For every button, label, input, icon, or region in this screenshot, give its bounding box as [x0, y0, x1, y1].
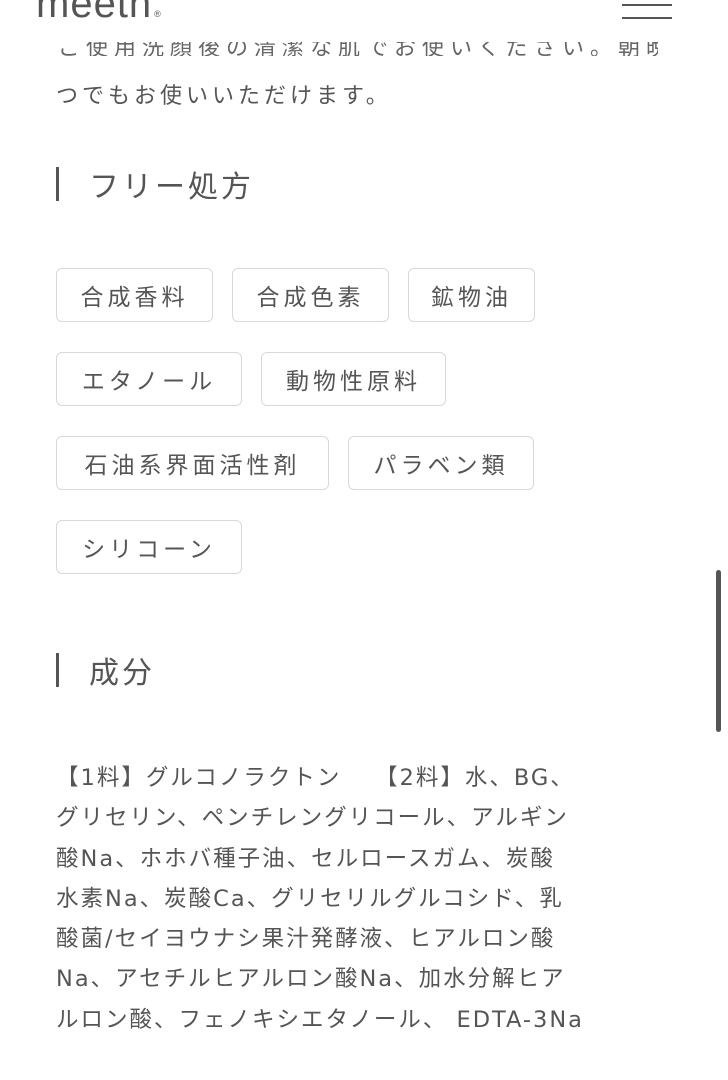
free-tag: パラベン類 [348, 436, 534, 490]
brand-logo[interactable]: meeth ® [36, 0, 162, 36]
menu-button[interactable] [618, 0, 674, 30]
menu-bar-top [622, 4, 672, 6]
registered-mark: ® [154, 9, 162, 19]
ingredients-line: 水素Na、炭酸Ca、グリセリルグルコシド、乳 [56, 885, 564, 912]
free-tag: エタノール [56, 352, 242, 406]
ingredients-heading-text: 成分 [89, 656, 155, 691]
ingredients-line: 酸Na、ホホバ種子油、セルロースガム、炭酸 [56, 845, 555, 872]
free-formula-heading: フリー処方 [56, 166, 254, 205]
ingredients-line: 【1料】グルコノラクトン 【2料】水、BG、 [56, 765, 575, 791]
free-tag: 合成香料 [56, 268, 213, 322]
intro-cut-text: ご使用洗顔後の清潔な肌でお使いください。朝晩問わずい [58, 42, 658, 56]
ingredients-line: ルロン酸、フェノキシエタノール、 EDTA-3Na [56, 1006, 584, 1033]
intro-cut-line: ご使用洗顔後の清潔な肌でお使いください。朝晩問わずい [58, 42, 658, 56]
site-header: meeth ® [0, 0, 728, 36]
intro-text: つでもお使いいただけます。 [56, 84, 392, 109]
free-tag: シリコーン [56, 520, 242, 574]
free-tag: 石油系界面活性剤 [56, 436, 329, 490]
brand-logo-text: meeth [36, 0, 153, 26]
ingredients-line: Na、アセチルヒアルロン酸Na、加水分解ヒア [56, 966, 566, 993]
free-tag: 鉱物油 [408, 268, 535, 322]
ingredients-line: グリセリン、ペンチレングリコール、アルギン [56, 805, 569, 832]
scrollbar-thumb[interactable] [716, 570, 721, 732]
ingredients-list: 【1料】グルコノラクトン 【2料】水、BG、 グリセリン、ペンチレングリコール、… [56, 758, 672, 1040]
menu-bar-bottom [622, 17, 672, 19]
heading-accent-bar [56, 167, 59, 201]
free-tag: 合成色素 [232, 268, 389, 322]
heading-accent-bar [56, 653, 59, 687]
ingredients-heading: 成分 [56, 652, 155, 691]
free-tag: 動物性原料 [261, 352, 446, 406]
free-formula-heading-text: フリー処方 [89, 170, 254, 205]
ingredients-line: 酸菌/セイヨウナシ果汁発酵液、ヒアルロン酸 [56, 926, 556, 953]
